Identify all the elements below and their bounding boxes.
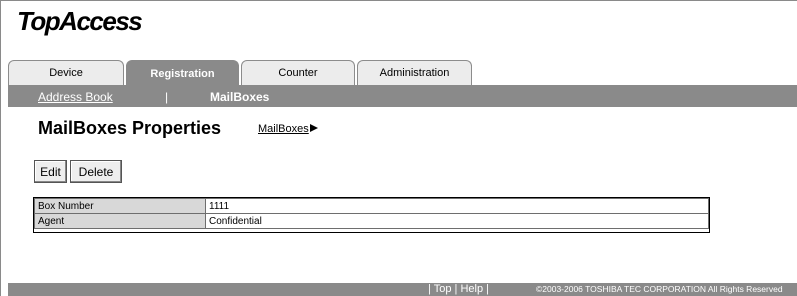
box-number-label: Box Number xyxy=(34,198,206,214)
breadcrumb: MailBoxes xyxy=(258,123,318,135)
footer-separator: | xyxy=(428,283,431,295)
footer-separator: | xyxy=(454,283,458,295)
app-logo: TopAccess xyxy=(17,6,143,36)
footer-links: | Top | Help | xyxy=(428,283,489,295)
delete-button[interactable]: Delete xyxy=(70,160,122,183)
footer-help-link[interactable]: Help xyxy=(460,283,483,295)
arrow-right-icon xyxy=(309,124,318,132)
box-number-value: 1111 xyxy=(205,198,709,214)
footer-separator: | xyxy=(486,283,489,295)
main-tabs: Device Registration Counter Administrati… xyxy=(8,60,797,87)
tab-registration[interactable]: Registration xyxy=(126,60,239,87)
subnav-address-book-link[interactable]: Address Book xyxy=(38,90,113,104)
tab-counter[interactable]: Counter xyxy=(241,60,355,85)
properties-table: Box Number 1111 Agent Confidential xyxy=(34,198,709,229)
tab-administration[interactable]: Administration xyxy=(357,60,472,85)
table-row: Agent Confidential xyxy=(34,213,709,229)
page-frame xyxy=(0,0,797,296)
edit-button[interactable]: Edit xyxy=(34,160,67,183)
sub-navigation: Address Book | MailBoxes xyxy=(8,87,797,107)
footer-top-link[interactable]: Top xyxy=(434,283,452,295)
page-title: MailBoxes Properties xyxy=(38,118,222,138)
breadcrumb-mailboxes-link[interactable]: MailBoxes xyxy=(258,123,309,135)
agent-value: Confidential xyxy=(205,213,709,229)
copyright-text: ©2003-2006 TOSHIBA TEC CORPORATION All R… xyxy=(536,284,783,294)
agent-label: Agent xyxy=(34,213,206,229)
subnav-separator: | xyxy=(165,90,169,104)
table-row: Box Number 1111 xyxy=(34,198,709,214)
footer-bar: | Top | Help | ©2003-2006 TOSHIBA TEC CO… xyxy=(8,283,797,296)
tab-device[interactable]: Device xyxy=(8,60,124,85)
subnav-current-mailboxes: MailBoxes xyxy=(210,90,270,104)
